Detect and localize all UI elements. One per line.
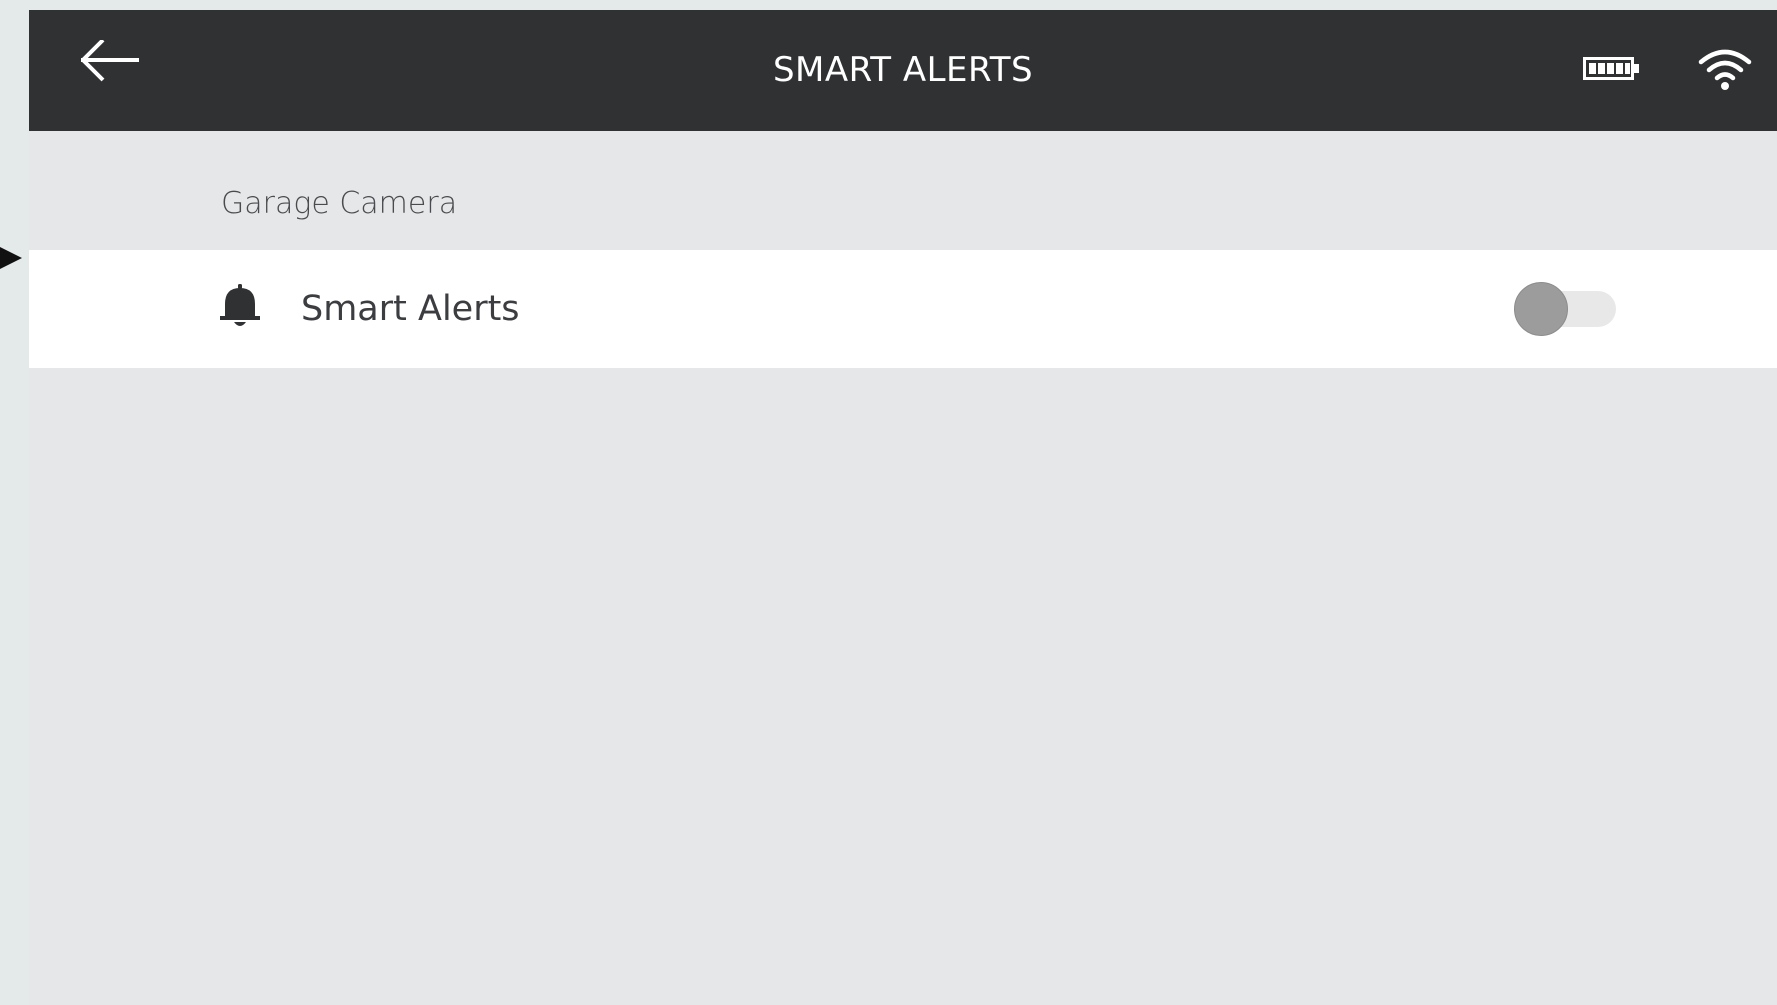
page-title: SMART ALERTS bbox=[772, 50, 1034, 90]
bell-icon bbox=[219, 284, 261, 330]
smart-alerts-row: Smart Alerts bbox=[29, 250, 1777, 368]
wifi-icon[interactable] bbox=[1697, 46, 1753, 92]
smart-alerts-label: Smart Alerts bbox=[301, 289, 520, 329]
toggle-knob bbox=[1514, 282, 1568, 336]
section-label-garage-camera: Garage Camera bbox=[221, 186, 458, 221]
app-window: SMART ALERTS Garage Camera Smart Alerts bbox=[29, 10, 1777, 1005]
smart-alerts-toggle[interactable] bbox=[1514, 281, 1618, 337]
top-bar: SMART ALERTS bbox=[29, 10, 1777, 131]
screen: SMART ALERTS Garage Camera Smart Alerts bbox=[0, 0, 1777, 1005]
battery-icon bbox=[1583, 57, 1641, 83]
pointer-arrow-icon bbox=[0, 247, 22, 269]
